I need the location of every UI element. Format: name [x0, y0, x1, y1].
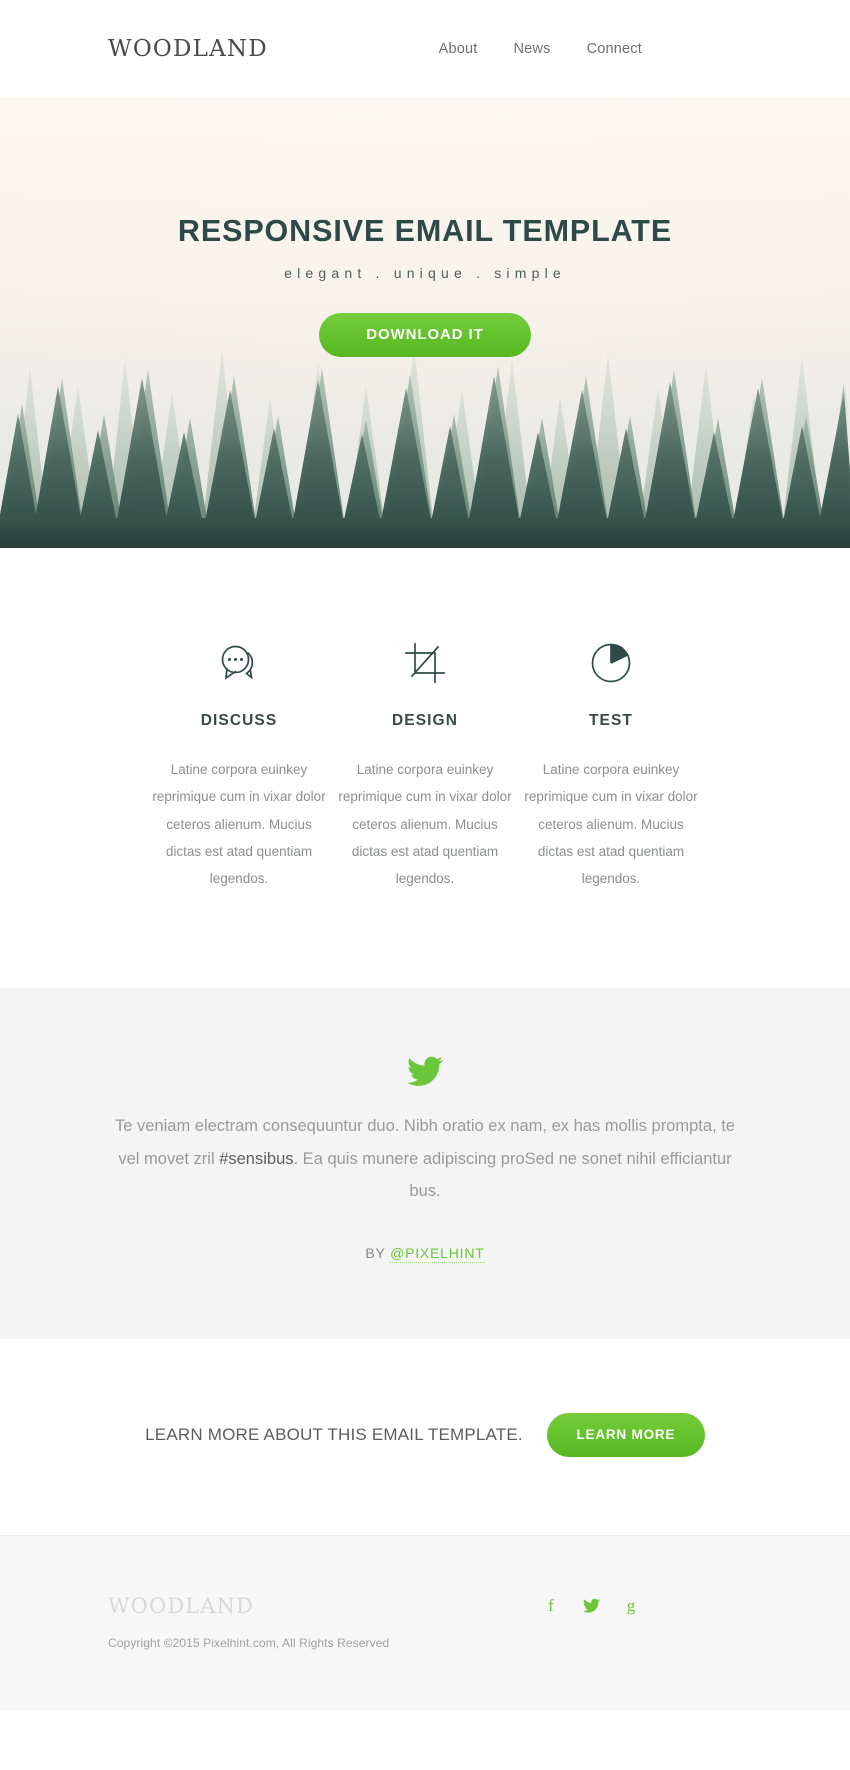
- footer-top-row: WOODLAND f g: [108, 1594, 742, 1618]
- main-navigation: About News Connect: [439, 41, 742, 57]
- nav-item-news[interactable]: News: [514, 41, 551, 57]
- tweet-hashtag[interactable]: #sensibus: [219, 1150, 293, 1168]
- feature-column-design: DESIGN Latine corpora euinkey reprimique…: [332, 640, 518, 892]
- pie-chart-icon: [524, 640, 698, 686]
- twitter-bird-glyph: [582, 1599, 600, 1613]
- cta-text: LEARN MORE ABOUT THIS EMAIL TEMPLATE.: [145, 1424, 523, 1444]
- facebook-icon[interactable]: f: [542, 1596, 560, 1616]
- feature-title-test: TEST: [588, 712, 633, 729]
- hero-subtitle: elegant . unique . simple: [284, 264, 566, 281]
- feature-text-design: Latine corpora euinkey reprimique cum in…: [338, 762, 512, 887]
- hero-title: RESPONSIVE EMAIL TEMPLATE: [177, 214, 673, 248]
- hero-content: RESPONSIVE EMAIL TEMPLATE elegant . uniq…: [0, 214, 850, 357]
- feature-column-discuss: DISCUSS Latine corpora euinkey reprimiqu…: [146, 640, 332, 892]
- feature-title-discuss: DISCUSS: [200, 712, 278, 729]
- site-header: WOODLAND About News Connect: [0, 0, 850, 97]
- twitter-bird-icon: [110, 1056, 740, 1087]
- nav-item-connect[interactable]: Connect: [587, 41, 642, 57]
- tweet-section: Te veniam electram consequuntur duo. Nib…: [0, 988, 850, 1339]
- tweet-text: Te veniam electram consequuntur duo. Nib…: [110, 1110, 740, 1207]
- feature-text-discuss: Latine corpora euinkey reprimique cum in…: [152, 762, 326, 887]
- footer-copyright: Copyright ©2015 Pixelhint.com, All Right…: [108, 1635, 390, 1650]
- feature-text-test: Latine corpora euinkey reprimique cum in…: [524, 762, 698, 887]
- features-section: DISCUSS Latine corpora euinkey reprimiqu…: [0, 548, 850, 989]
- learn-more-button[interactable]: LEARN MORE: [546, 1412, 705, 1457]
- google-plus-icon[interactable]: g: [622, 1596, 640, 1616]
- crop-tool-icon: [338, 640, 512, 686]
- feature-column-test: TEST Latine corpora euinkey reprimique c…: [518, 640, 704, 892]
- nav-item-about[interactable]: About: [439, 41, 478, 57]
- brand-logo: WOODLAND: [108, 35, 268, 62]
- tweet-by-prefix: BY: [365, 1244, 391, 1261]
- footer-social-links: f g: [542, 1596, 742, 1616]
- pixelhint-handle-link[interactable]: @PIXELHINT: [390, 1244, 485, 1263]
- feature-title-design: DESIGN: [391, 712, 459, 729]
- twitter-icon[interactable]: [582, 1596, 600, 1616]
- download-button[interactable]: DOWNLOAD IT: [319, 312, 531, 357]
- footer-logo: WOODLAND: [108, 1593, 254, 1618]
- site-footer: WOODLAND f g Copyright ©2015 Pixelhint.c…: [0, 1534, 850, 1710]
- speech-bubbles-icon: [152, 640, 326, 686]
- email-template-page: WOODLAND About News Connect RESPONSIVE E…: [0, 0, 850, 1710]
- hero-section: RESPONSIVE EMAIL TEMPLATE elegant . uniq…: [0, 97, 850, 548]
- tweet-text-after: . Ea quis munere adipiscing proSed ne so…: [293, 1149, 732, 1200]
- tweet-attribution: BY @PIXELHINT: [110, 1244, 740, 1263]
- cta-section: LEARN MORE ABOUT THIS EMAIL TEMPLATE. LE…: [0, 1338, 850, 1535]
